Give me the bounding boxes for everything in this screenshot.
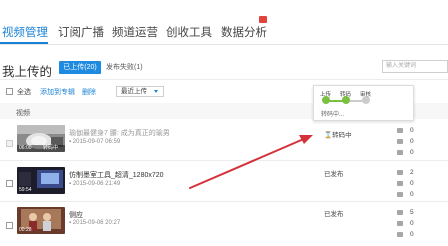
annotation-arrow-icon	[189, 135, 313, 189]
